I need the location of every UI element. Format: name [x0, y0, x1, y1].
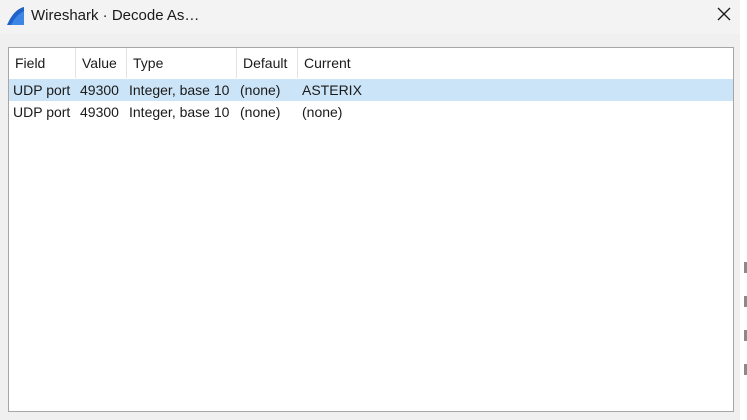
cell-value: 49300 [80, 82, 119, 98]
cell-type: Integer, base 10 [129, 82, 230, 98]
cell-field: UDP port [13, 104, 71, 120]
wireshark-fin-icon [5, 6, 25, 26]
table-header: Field Value Type Default Current [9, 48, 733, 78]
cell-field: UDP port [13, 82, 71, 98]
cell-current[interactable]: (none) [302, 101, 342, 123]
column-header-value[interactable]: Value [76, 48, 127, 78]
column-header-field[interactable]: Field [9, 48, 76, 78]
decode-as-table[interactable]: Field Value Type Default Current UDP por… [8, 47, 734, 412]
window-title: Wireshark · Decode As… [31, 7, 200, 24]
cell-default: (none) [240, 82, 281, 98]
title-bar: Wireshark · Decode As… [0, 0, 747, 34]
cell-value: 49300 [80, 104, 119, 120]
column-header-current[interactable]: Current [298, 48, 733, 78]
cell-type: Integer, base 10 [129, 104, 230, 120]
column-header-type[interactable]: Type [127, 48, 237, 78]
table-row[interactable]: UDP port 49300 Integer, base 10 (none) A… [9, 79, 733, 101]
cell-default: (none) [240, 104, 281, 120]
table-row[interactable]: UDP port 49300 Integer, base 10 (none) (… [9, 101, 733, 123]
background-window-edge [740, 0, 747, 420]
cell-current[interactable]: ASTERIX [302, 79, 362, 101]
column-header-default[interactable]: Default [237, 48, 298, 78]
decode-as-dialog: Wireshark · Decode As… Field Value Type … [0, 0, 747, 420]
close-icon [717, 7, 731, 26]
